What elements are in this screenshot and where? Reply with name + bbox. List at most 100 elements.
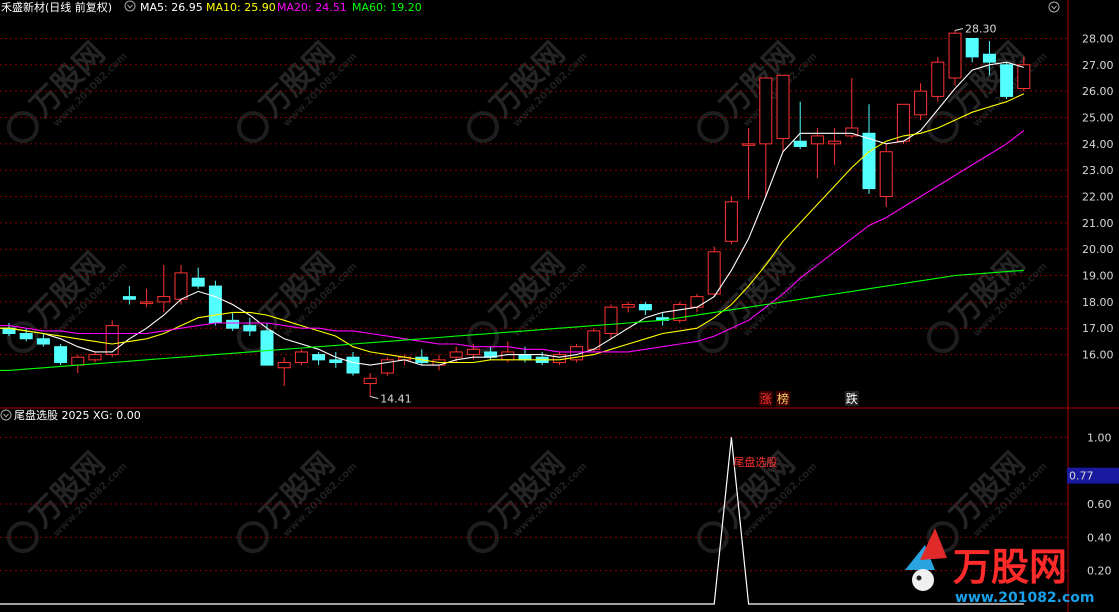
candle-body: [191, 277, 205, 287]
sub-dropdown-icon: [0, 409, 12, 421]
candle-body: [690, 296, 704, 308]
candle-body: [518, 354, 532, 361]
candle: [277, 357, 291, 387]
candle: [845, 77, 859, 139]
candle-body: [140, 301, 154, 304]
price-tick-label: 26.00: [1082, 85, 1114, 98]
candle: [552, 351, 566, 366]
candle-body: [879, 151, 893, 198]
price-tick-label: 18.00: [1082, 296, 1114, 309]
candle: [36, 333, 50, 347]
candle: [656, 312, 670, 326]
candle: [140, 288, 154, 308]
candle-body: [621, 304, 635, 308]
candle: [638, 301, 652, 316]
candle-body: [466, 348, 480, 356]
candle: [707, 246, 721, 297]
candle: [363, 373, 377, 397]
price-tick-label: 19.00: [1082, 270, 1114, 283]
annotation-label: 28.30: [965, 23, 997, 36]
ma-legend-item: MA5: 26.95: [140, 1, 203, 14]
watermark: 万股网www.201082.com: [926, 246, 1049, 354]
candle: [673, 301, 687, 323]
candle-body: [776, 74, 790, 140]
candle: [604, 304, 618, 339]
price-tick-label: 24.00: [1082, 138, 1114, 151]
candle-body: [243, 325, 257, 332]
dropdown-icon-ring: [0, 409, 12, 421]
candle: [226, 312, 240, 331]
watermark: 万股网www.201082.com: [236, 36, 359, 144]
annotation-pointer: [954, 28, 964, 32]
candle-body: [157, 296, 171, 303]
candle-body: [1017, 64, 1031, 89]
ma-legend-item: MA10: 25.90: [206, 1, 276, 14]
brand-logo: 万股网www.201082.com: [905, 528, 1095, 606]
candle: [535, 351, 549, 366]
signal-label: 跌: [846, 391, 858, 406]
candle-body: [208, 285, 222, 324]
candle-body: [759, 77, 773, 145]
xg-tick-label: 1.00: [1087, 431, 1112, 444]
chevron-down-icon: [1051, 5, 1057, 10]
price-tick-label: 23.00: [1082, 164, 1114, 177]
price-tick-label: 21.00: [1082, 217, 1114, 230]
candle-body: [552, 354, 566, 363]
chart-canvas: 万股网www.201082.com 万股网www.201082.com 万股网www…: [0, 0, 1119, 612]
price-tick-label: 27.00: [1082, 59, 1114, 72]
xg-tick-label: 0.40: [1087, 531, 1112, 544]
candle: [879, 143, 893, 208]
candle-body: [105, 325, 119, 356]
candle-body: [54, 346, 68, 363]
candle: [346, 351, 360, 376]
candle-body: [742, 143, 756, 146]
candle-body: [294, 351, 308, 363]
candle: [621, 301, 635, 313]
candle-body: [501, 351, 515, 361]
candle: [157, 265, 171, 313]
logo-brand-text: 万股网: [953, 545, 1067, 589]
candle-body: [88, 354, 102, 361]
candle: [415, 349, 429, 366]
logo-mascot: [912, 569, 934, 591]
candle: [931, 56, 945, 102]
brand-logo: 万股网www.201082.com: [905, 528, 1095, 606]
candle-body: [965, 37, 979, 58]
candle: [690, 293, 704, 313]
candle-body: [71, 356, 85, 366]
candle-body: [914, 90, 928, 116]
candle-body: [982, 53, 996, 63]
candle: [742, 128, 756, 200]
candle-body: [724, 201, 738, 242]
candle-body: [277, 361, 291, 369]
signal-label: 榜: [777, 391, 789, 406]
candle: [312, 351, 326, 366]
candle-body: [19, 333, 33, 340]
candle: [914, 83, 928, 121]
candle-body: [638, 304, 652, 311]
candle: [88, 351, 102, 363]
candle-body: [226, 319, 240, 329]
candle-body: [1000, 64, 1014, 97]
candle: [380, 357, 394, 376]
candle-body: [793, 140, 807, 147]
candle-body: [36, 338, 50, 345]
price-tick-label: 22.00: [1082, 191, 1114, 204]
candle: [243, 317, 257, 337]
xg-tick-label: 0.20: [1087, 565, 1112, 578]
chart-title: 禾盛新材(日线 前复权): [1, 0, 112, 14]
candle-body: [449, 351, 463, 358]
gear-icon: [1048, 1, 1060, 13]
gear-icon-ring: [1048, 1, 1060, 13]
candle: [174, 265, 188, 305]
candle-body: [260, 330, 274, 366]
candle: [587, 328, 601, 352]
candle-body: [329, 359, 343, 363]
ma-legend-item: MA20: 24.51: [277, 1, 347, 14]
candle: [896, 103, 910, 144]
candle-body: [122, 296, 136, 300]
candle: [793, 101, 807, 150]
logo-url-text: www.201082.com: [955, 590, 1095, 606]
candle-body: [862, 132, 876, 190]
candle-body: [363, 377, 377, 385]
